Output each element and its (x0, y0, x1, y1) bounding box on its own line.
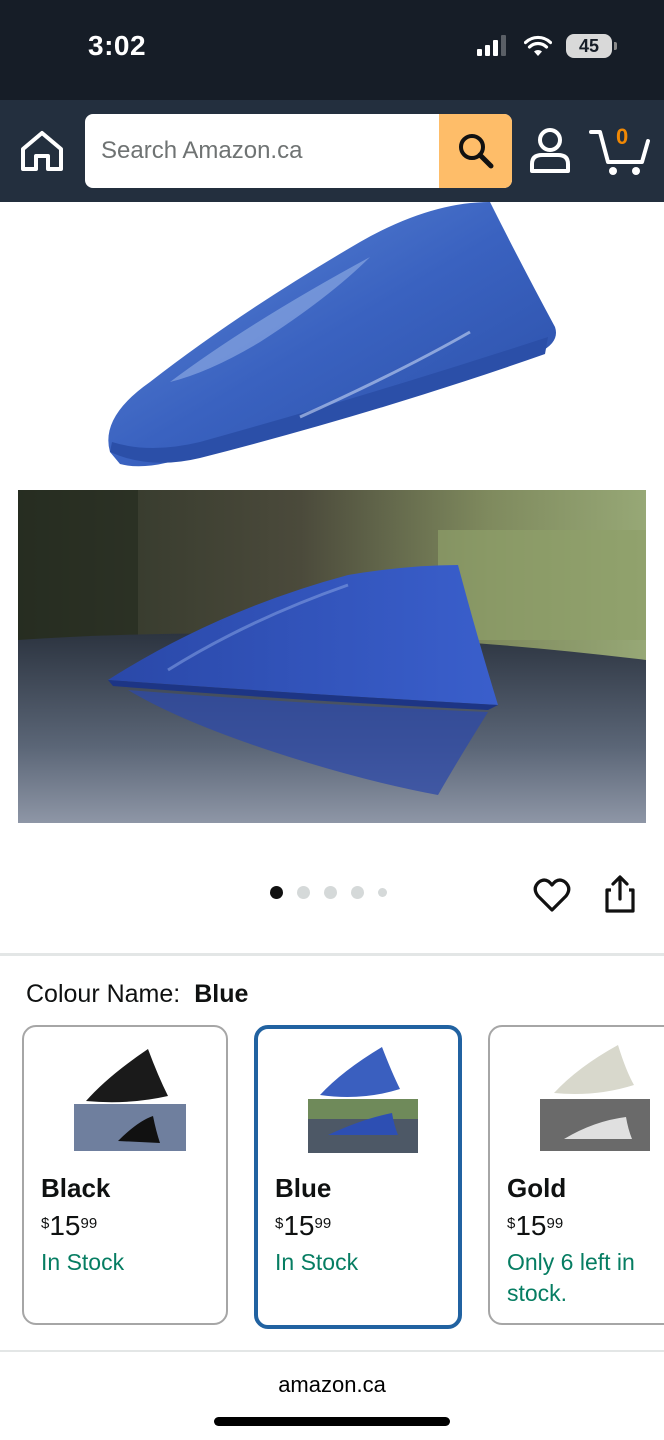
battery-icon: 45 (566, 34, 617, 58)
cart-count: 0 (616, 124, 629, 149)
swatch-price: $15 99 (275, 1210, 332, 1241)
account-icon (530, 128, 570, 173)
header: 0 (0, 100, 664, 202)
swatch-gold[interactable]: Gold $15 99 Only 6 left in stock. (488, 1025, 664, 1325)
heart-icon (533, 878, 571, 912)
cart-button[interactable]: 0 (588, 124, 650, 178)
home-button[interactable] (18, 128, 66, 174)
swatch-thumbnail (308, 1047, 418, 1153)
section-divider (0, 953, 664, 956)
swatch-name: Black (41, 1173, 111, 1203)
colour-selection-label: Colour Name: Blue (26, 980, 248, 1009)
product-image-on-car[interactable] (18, 490, 646, 823)
swatch-price: $15 99 (41, 1210, 98, 1241)
colour-label: Colour Name: (26, 980, 181, 1008)
share-icon (605, 875, 635, 913)
home-icon (21, 131, 63, 171)
status-time: 3:02 (88, 30, 147, 61)
battery-level: 45 (578, 35, 600, 56)
share-button[interactable] (603, 874, 637, 914)
search-box (85, 114, 512, 188)
image-pager[interactable] (270, 886, 387, 899)
swatch-thumbnail (74, 1049, 186, 1151)
colour-value: Blue (194, 980, 249, 1008)
swatch-stock: In Stock (275, 1249, 359, 1275)
wifi-icon (524, 35, 552, 56)
swatch-stock: In Stock (41, 1249, 125, 1275)
swatch-name: Gold (507, 1173, 567, 1203)
swatch-stock: Only 6 left in stock. (507, 1249, 635, 1306)
status-bar: 3:02 45 (0, 0, 664, 100)
pager-dot-active[interactable] (270, 886, 283, 899)
swatch-thumbnail (540, 1045, 650, 1151)
search-input[interactable] (85, 114, 439, 188)
pager-dot[interactable] (297, 886, 310, 899)
status-icons: 45 (476, 34, 617, 58)
swatch-blue[interactable]: Blue $15 99 In Stock (254, 1025, 462, 1329)
product-image-main[interactable] (0, 202, 664, 488)
pager-dot[interactable] (324, 886, 337, 899)
swatch-price: $15 99 (507, 1210, 564, 1241)
swatch-black[interactable]: Black $15 99 In Stock (22, 1025, 228, 1325)
account-button[interactable] (528, 126, 572, 174)
search-icon (458, 134, 493, 169)
swatch-name: Blue (275, 1173, 332, 1203)
footer-divider (0, 1350, 664, 1352)
wishlist-button[interactable] (533, 876, 571, 914)
pager-dot[interactable] (351, 886, 364, 899)
search-button[interactable] (439, 114, 512, 188)
home-indicator[interactable] (214, 1417, 450, 1426)
pager-dot[interactable] (378, 888, 387, 897)
signal-icon (477, 35, 506, 56)
browser-url[interactable]: amazon.ca (0, 1372, 664, 1398)
